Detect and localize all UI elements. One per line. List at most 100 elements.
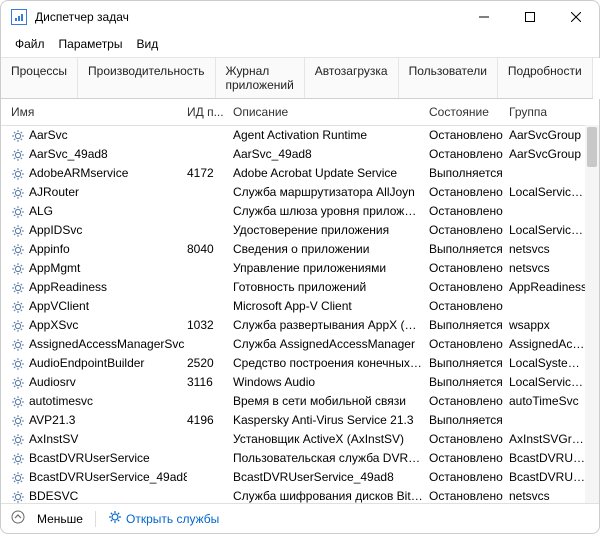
open-services-label: Открыть службы [126,512,219,526]
service-description: Служба развертывания AppX (Ap... [233,317,429,334]
maximize-button[interactable] [507,1,553,33]
service-description: BcastDVRUserService_49ad8 [233,469,429,486]
service-state: Остановлено [429,222,509,239]
table-row[interactable]: AppMgmtУправление приложениямиОстановлен… [1,259,599,278]
tabbar: Процессы Производительность Журнал прило… [1,57,599,99]
scrollbar[interactable] [585,125,599,503]
services-table: Имя ИД п... Описание Состояние Группа Aa… [1,99,599,503]
service-pid: 1032 [187,317,233,334]
service-state: Выполняется [429,317,509,334]
col-header-description[interactable]: Описание [233,105,429,119]
menu-options[interactable]: Параметры [53,35,129,53]
table-row[interactable]: Audiosrv3116Windows AudioВыполняетсяLoca… [1,373,599,392]
col-header-name[interactable]: Имя [11,105,187,119]
fewer-details-link[interactable]: Меньше [37,512,83,526]
service-name: ALG [29,203,53,220]
service-gear-icon [11,414,25,428]
service-description: Сведения о приложении [233,241,429,258]
col-header-group[interactable]: Группа [509,105,595,119]
service-state: Остановлено [429,469,509,486]
table-row[interactable]: AxInstSVУстановщик ActiveX (AxInstSV)Ост… [1,430,599,449]
service-pid: 4196 [187,412,233,429]
service-group: AssignedAcce... [509,336,595,353]
service-state: Остановлено [429,146,509,163]
table-row[interactable]: AssignedAccessManagerSvc Служба AssignedA… [1,335,599,354]
table-row[interactable]: AJRouterСлужба маршрутизатора AllJoynОст… [1,183,599,202]
service-description: Adobe Acrobat Update Service [233,165,429,182]
service-state: Остановлено [429,127,509,144]
tab-processes[interactable]: Процессы [1,58,78,98]
service-gear-icon [11,186,25,200]
table-row[interactable]: AppReadinessГотовность приложенийОстанов… [1,278,599,297]
tab-performance[interactable]: Производительность [78,58,215,98]
close-button[interactable] [553,1,599,33]
service-gear-icon [11,452,25,466]
chevron-up-icon[interactable] [11,510,25,527]
tab-app-history[interactable]: Журнал приложений [216,58,305,98]
service-gear-icon [11,338,25,352]
service-description: Agent Activation Runtime [233,127,429,144]
gear-icon [108,510,122,527]
service-description: Пользовательская служба DVR для... [233,450,429,467]
service-group: LocalServiceN... [509,374,595,391]
service-description: Служба AssignedAccessManager [233,336,429,353]
tab-users[interactable]: Пользователи [399,58,498,98]
table-row[interactable]: BcastDVRUserServiceПользовательская служ… [1,449,599,468]
app-icon [11,9,27,25]
tab-details[interactable]: Подробности [498,58,593,98]
table-body[interactable]: AarSvcAgent Activation RuntimeОстановлен… [1,126,599,503]
menu-view[interactable]: Вид [130,35,164,53]
table-row[interactable]: BcastDVRUserService_49ad8BcastDVRUserSer… [1,468,599,487]
service-description: Служба маршрутизатора AllJoyn [233,184,429,201]
table-row[interactable]: BDESVCСлужба шифрования дисков BitLo...О… [1,487,599,503]
service-name: Appinfo [29,241,70,258]
service-state: Остановлено [429,298,509,315]
table-row[interactable]: AarSvc Agent Activation RuntimeОстановлен… [1,126,599,145]
service-gear-icon [11,148,25,162]
service-group: wsappx [509,317,595,334]
col-header-pid[interactable]: ИД п... [187,105,233,119]
table-row[interactable]: AppXSvc1032Служба развертывания AppX (Ap… [1,316,599,335]
table-row[interactable]: AppIDSvcУдостоверение приложенияОстановл… [1,221,599,240]
service-state: Выполняется [429,374,509,391]
service-group: netsvcs [509,488,595,503]
table-row[interactable]: AarSvc_49ad8AarSvc_49ad8ОстановленоAarSv… [1,145,599,164]
service-name: BDESVC [29,488,78,503]
service-name: AarSvc_49ad8 [29,146,108,163]
service-name: AppVClient [29,298,89,315]
titlebar: Диспетчер задач [1,1,599,33]
table-row[interactable]: AppVClient Microsoft App-V ClientОстановл… [1,297,599,316]
open-services-link[interactable]: Открыть службы [108,510,219,527]
service-name: AssignedAccessManagerSvc [29,336,184,353]
service-description: Установщик ActiveX (AxInstSV) [233,431,429,448]
service-description: Microsoft App-V Client [233,298,429,315]
scrollbar-thumb[interactable] [587,127,597,167]
menu-file[interactable]: Файл [9,35,51,53]
table-row[interactable]: AdobeARMservice4172Adobe Acrobat Update … [1,164,599,183]
col-header-state[interactable]: Состояние [429,105,509,119]
service-gear-icon [11,357,25,371]
service-gear-icon [11,205,25,219]
window-title: Диспетчер задач [35,10,129,24]
service-gear-icon [11,300,25,314]
service-name: AVP21.3 [29,412,75,429]
table-row[interactable]: Appinfo8040Сведения о приложенииВыполняе… [1,240,599,259]
tab-services[interactable]: Службы [593,58,600,99]
service-gear-icon [11,433,25,447]
tab-startup[interactable]: Автозагрузка [305,58,399,98]
minimize-button[interactable] [461,1,507,33]
service-gear-icon [11,243,25,257]
table-row[interactable]: AudioEndpointBuilder2520Средство построе… [1,354,599,373]
service-name: AppReadiness [29,279,107,296]
menubar: Файл Параметры Вид [1,33,599,57]
service-name: AppIDSvc [29,222,82,239]
service-group: AppReadiness [509,279,595,296]
table-row[interactable]: AVP21.34196Kaspersky Anti-Virus Service … [1,411,599,430]
service-name: AudioEndpointBuilder [29,355,144,372]
table-row[interactable]: autotimesvcВремя в сети мобильной связиО… [1,392,599,411]
service-gear-icon [11,167,25,181]
service-pid: 3116 [187,374,233,391]
table-row[interactable]: ALGСлужба шлюза уровня приложенияОстанов… [1,202,599,221]
service-description: Готовность приложений [233,279,429,296]
service-name: AarSvc [29,127,68,144]
